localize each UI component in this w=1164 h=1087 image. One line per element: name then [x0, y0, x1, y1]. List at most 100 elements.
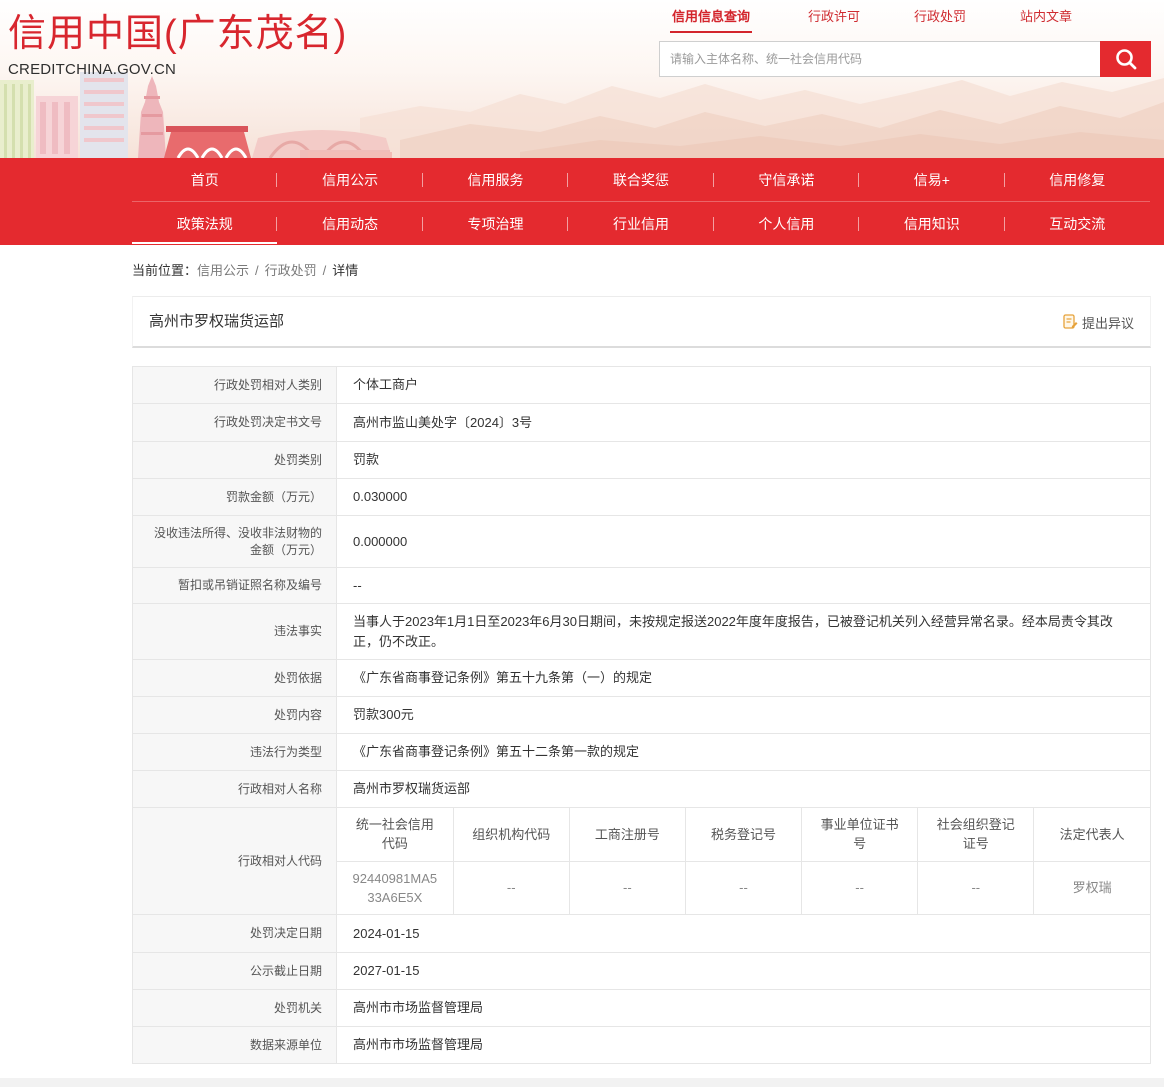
nav-item-credit-service[interactable]: 信用服务 [423, 158, 569, 201]
detail-label: 违法行为类型 [132, 733, 337, 771]
penalty-detail-table: 行政处罚相对人类别 个体工商户 行政处罚决定书文号 高州市监山美处字〔2024〕… [132, 366, 1151, 1064]
detail-value: 《广东省商事登记条例》第五十九条第（一）的规定 [336, 659, 1151, 697]
detail-label: 处罚机关 [132, 989, 337, 1027]
main-nav: 首页 信用公示 信用服务 联合奖惩 守信承诺 信易+ 信用修复 政策法规 信用动… [0, 152, 1164, 245]
detail-label: 没收违法所得、没收非法财物的金额（万元） [132, 515, 337, 568]
row-penalty-type: 处罚类别 罚款 [132, 441, 1151, 479]
detail-value: 高州市市场监督管理局 [336, 989, 1151, 1027]
detail-value: 2027-01-15 [336, 952, 1151, 990]
code-value-unified-credit-code: 92440981MA533A6E5X [352, 870, 438, 905]
code-value-tax-reg-no: -- [684, 861, 802, 914]
search-icon [1115, 49, 1136, 70]
nav-item-credit-news[interactable]: 信用动态 [277, 202, 424, 245]
row-decision-date: 处罚决定日期 2024-01-15 [132, 914, 1151, 953]
detail-value: 高州市监山美处字〔2024〕3号 [336, 403, 1151, 442]
code-value-institution-cert-no: -- [801, 861, 918, 914]
code-value-business-reg-no: -- [568, 861, 686, 914]
main-nav-row-2: 政策法规 信用动态 专项治理 行业信用 个人信用 信用知识 互动交流 [132, 201, 1150, 245]
party-codes-table: 统一社会信用代码 组织机构代码 工商注册号 税务登记号 事业单位证书号 社会组织… [337, 808, 1150, 914]
breadcrumb-separator: / [255, 263, 259, 278]
detail-value: 高州市市场监督管理局 [336, 1026, 1151, 1064]
row-violation-facts: 违法事实 当事人于2023年1月1日至2023年6月30日期间，未按规定报送20… [132, 603, 1151, 660]
search-bar [659, 41, 1151, 77]
search-button[interactable] [1100, 41, 1151, 77]
site-logo[interactable]: 信用中国(广东茂名) CREDITCHINA.GOV.CN [8, 11, 347, 79]
detail-value: 高州市罗权瑞货运部 [336, 770, 1151, 808]
logo-domain: CREDITCHINA.GOV.CN [8, 61, 177, 78]
nav-item-policy-regulations[interactable]: 政策法规 [132, 202, 278, 245]
detail-value: 《广东省商事登记条例》第五十二条第一款的规定 [336, 733, 1151, 771]
detail-label: 行政处罚决定书文号 [132, 403, 337, 442]
row-party-category: 行政处罚相对人类别 个体工商户 [132, 366, 1151, 404]
row-party-name: 行政相对人名称 高州市罗权瑞货运部 [132, 770, 1151, 808]
detail-value: 个体工商户 [336, 366, 1151, 404]
top-nav-admin-license[interactable]: 行政许可 [806, 8, 862, 31]
row-license-suspension: 暂扣或吊销证照名称及编号 -- [132, 567, 1151, 604]
breadcrumb: 当前位置：信用公示 / 行政处罚 / 详情 [132, 262, 358, 280]
breadcrumb-prefix: 当前位置： [132, 263, 198, 278]
detail-label: 处罚类别 [132, 441, 337, 479]
top-nav-site-articles[interactable]: 站内文章 [1018, 8, 1074, 31]
main-nav-inner: 首页 信用公示 信用服务 联合奖惩 守信承诺 信易+ 信用修复 政策法规 信用动… [132, 152, 1150, 245]
row-publicity-deadline: 公示截止日期 2027-01-15 [132, 952, 1151, 990]
row-data-source: 数据来源单位 高州市市场监督管理局 [132, 1026, 1151, 1064]
code-value-legal-representative: 罗权瑞 [1033, 861, 1150, 914]
site-header: 信用中国(广东茂名) CREDITCHINA.GOV.CN 信用信息查询 行政许… [0, 0, 1164, 158]
row-violation-type: 违法行为类型 《广东省商事登记条例》第五十二条第一款的规定 [132, 733, 1151, 771]
detail-value: 当事人于2023年1月1日至2023年6月30日期间，未按规定报送2022年度年… [336, 603, 1151, 660]
logo-title: 信用中国(广东茂名) [8, 13, 348, 55]
top-nav-admin-penalty[interactable]: 行政处罚 [912, 8, 968, 31]
nav-item-industry-credit[interactable]: 行业信用 [568, 202, 715, 245]
row-penalty-basis: 处罚依据 《广东省商事登记条例》第五十九条第（一）的规定 [132, 659, 1151, 697]
detail-label: 行政相对人名称 [132, 770, 337, 808]
nav-item-credit-knowledge[interactable]: 信用知识 [859, 202, 1005, 245]
detail-label: 处罚决定日期 [132, 914, 337, 953]
code-header: 工商注册号 [568, 808, 686, 862]
detail-label: 罚款金额（万元） [132, 478, 337, 516]
row-fine-amount: 罚款金额（万元） 0.030000 [132, 478, 1151, 516]
detail-label: 处罚内容 [132, 696, 337, 734]
raise-objection-label: 提出异议 [1081, 315, 1134, 331]
detail-value: 罚款 [336, 441, 1151, 479]
code-header: 组织机构代码 [452, 808, 570, 862]
nav-item-joint-rewards-penalties[interactable]: 联合奖惩 [568, 158, 715, 201]
nav-item-personal-credit[interactable]: 个人信用 [714, 202, 860, 245]
nav-item-credit-publicity[interactable]: 信用公示 [277, 152, 424, 201]
edit-document-icon [1063, 314, 1078, 329]
breadcrumb-separator: / [322, 263, 327, 278]
nav-item-interaction[interactable]: 互动交流 [1005, 202, 1150, 245]
code-header: 统一社会信用代码 [337, 808, 454, 862]
detail-label: 行政相对人代码 [132, 807, 337, 915]
entity-header: 高州市罗权瑞货运部 提出异议 [132, 296, 1151, 348]
nav-item-credit-commitment[interactable]: 守信承诺 [714, 158, 860, 201]
code-header: 事业单位证书号 [801, 808, 918, 862]
detail-label: 违法事实 [132, 603, 337, 660]
search-input[interactable] [659, 41, 1100, 77]
detail-value: 0.000000 [336, 515, 1151, 568]
main-nav-row-1: 首页 信用公示 信用服务 联合奖惩 守信承诺 信易+ 信用修复 [132, 152, 1150, 201]
breadcrumb-credit-publicity[interactable]: 信用公示 [197, 263, 249, 278]
detail-value: -- [336, 567, 1151, 604]
detail-value: 0.030000 [336, 478, 1151, 516]
entity-name: 高州市罗权瑞货运部 [149, 313, 285, 330]
code-header: 法定代表人 [1033, 808, 1150, 862]
raise-objection-button[interactable]: 提出异议 [1063, 297, 1134, 347]
code-header: 社会组织登记证号 [917, 808, 1034, 862]
party-codes-cell: 统一社会信用代码 组织机构代码 工商注册号 税务登记号 事业单位证书号 社会组织… [336, 807, 1151, 915]
nav-item-credit-repair[interactable]: 信用修复 [1005, 158, 1150, 201]
code-header: 税务登记号 [684, 808, 802, 862]
detail-value: 2024-01-15 [336, 914, 1151, 953]
footer-strip [0, 1078, 1164, 1087]
row-penalty-authority: 处罚机关 高州市市场监督管理局 [132, 989, 1151, 1027]
row-decision-number: 行政处罚决定书文号 高州市监山美处字〔2024〕3号 [132, 403, 1151, 442]
breadcrumb-current: 详情 [332, 263, 359, 278]
breadcrumb-admin-penalty[interactable]: 行政处罚 [265, 263, 317, 278]
top-nav-credit-info-query[interactable]: 信用信息查询 [670, 8, 753, 33]
nav-item-special-governance[interactable]: 专项治理 [423, 202, 569, 245]
nav-item-home[interactable]: 首页 [132, 158, 278, 201]
nav-item-xinyi-plus[interactable]: 信易+ [859, 158, 1005, 201]
detail-label: 数据来源单位 [132, 1026, 337, 1064]
row-party-codes: 行政相对人代码 统一社会信用代码 组织机构代码 工商注册号 税务登记号 事业单位… [132, 807, 1151, 915]
row-confiscation-amount: 没收违法所得、没收非法财物的金额（万元） 0.000000 [132, 515, 1151, 568]
detail-value: 罚款300元 [336, 696, 1151, 734]
